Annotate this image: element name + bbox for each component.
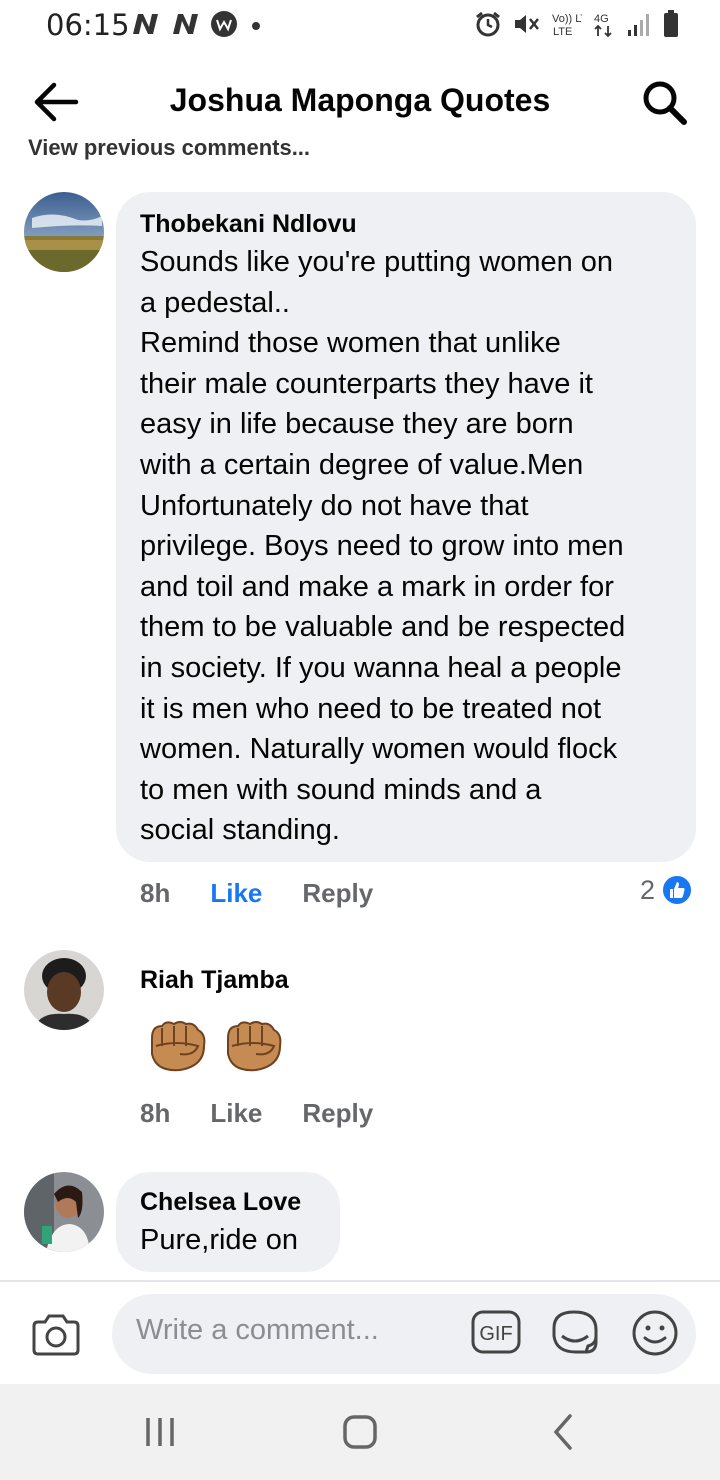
status-bar: 06:15 Vo)) LTELTE 4G bbox=[0, 0, 720, 52]
reply-button[interactable]: Reply bbox=[302, 878, 373, 909]
page-title: Joshua Maponga Quotes bbox=[169, 82, 551, 118]
fist-emoji-icon bbox=[151, 1021, 206, 1072]
app-header: Joshua Maponga Quotes bbox=[0, 62, 720, 140]
sticker-icon[interactable] bbox=[548, 1306, 602, 1358]
comment-author[interactable]: Riah Tjamba bbox=[140, 966, 289, 995]
status-right-icons: Vo)) LTELTE 4G bbox=[474, 9, 680, 39]
like-reaction-icon bbox=[661, 874, 694, 906]
comment-actions: 8h Like Reply bbox=[140, 878, 373, 909]
comment-actions: 8h Like Reply bbox=[140, 1098, 373, 1129]
alarm-icon bbox=[476, 11, 500, 37]
battery-icon bbox=[664, 10, 678, 37]
home-icon[interactable] bbox=[340, 1412, 380, 1452]
comment-emoji-row bbox=[146, 1016, 284, 1074]
comment-composer: Write a comment... GIF bbox=[0, 1280, 720, 1384]
person-avatar-image bbox=[24, 1172, 104, 1252]
avatar[interactable] bbox=[24, 950, 104, 1030]
comment-text: Pure,ride on bbox=[140, 1224, 298, 1256]
comment-timestamp: 8h bbox=[140, 878, 171, 908]
avatar[interactable] bbox=[24, 192, 104, 272]
landscape-avatar-image bbox=[24, 192, 104, 272]
comment-timestamp: 8h bbox=[140, 1098, 171, 1128]
signal-icon bbox=[628, 14, 649, 36]
n-notification-icon bbox=[173, 14, 198, 34]
w-app-icon bbox=[211, 11, 237, 37]
svg-text:4G: 4G bbox=[594, 13, 609, 25]
status-time: 06:15 bbox=[46, 8, 130, 42]
status-left-icons bbox=[130, 10, 266, 38]
n-notification-icon bbox=[133, 14, 158, 34]
camera-icon[interactable] bbox=[30, 1312, 82, 1358]
person-avatar-image bbox=[24, 950, 104, 1030]
svg-text:GIF: GIF bbox=[479, 1323, 512, 1345]
avatar[interactable] bbox=[24, 1172, 104, 1252]
view-previous-comments[interactable]: View previous comments... bbox=[28, 137, 368, 163]
comment-bubble[interactable]: Thobekani Ndlovu Sounds like you're putt… bbox=[116, 192, 696, 862]
comment-input-placeholder: Write a comment... bbox=[136, 1314, 379, 1346]
recent-apps-icon[interactable] bbox=[140, 1412, 180, 1452]
system-back-icon[interactable] bbox=[544, 1412, 584, 1452]
comment-text: Sounds like you're putting women on a pe… bbox=[140, 246, 626, 847]
4g-icon: 4G bbox=[594, 13, 612, 38]
comment-author[interactable]: Thobekani Ndlovu bbox=[140, 210, 357, 239]
fist-emoji-icon bbox=[227, 1021, 282, 1072]
reaction-count-value: 2 bbox=[640, 874, 656, 905]
view-previous-comments-label: View previous comments... bbox=[28, 137, 311, 160]
comment-author[interactable]: Chelsea Love bbox=[140, 1188, 301, 1217]
emoji-icon[interactable] bbox=[630, 1308, 680, 1358]
reply-button[interactable]: Reply bbox=[302, 1098, 373, 1129]
search-icon[interactable] bbox=[640, 78, 688, 126]
volte-icon: Vo)) LTELTE bbox=[552, 13, 582, 38]
mute-icon bbox=[515, 15, 539, 33]
dot-icon bbox=[252, 22, 260, 30]
system-nav-bar bbox=[0, 1384, 720, 1480]
like-button[interactable]: Like bbox=[210, 1098, 262, 1129]
svg-text:Vo)) LTE: Vo)) LTE bbox=[552, 13, 582, 25]
like-button[interactable]: Like bbox=[210, 878, 262, 909]
gif-icon[interactable]: GIF bbox=[470, 1308, 522, 1356]
svg-text:LTE: LTE bbox=[553, 26, 572, 38]
comment-bubble[interactable]: Chelsea Love Pure,ride on bbox=[116, 1172, 340, 1272]
reaction-count[interactable]: 2 bbox=[640, 874, 694, 906]
